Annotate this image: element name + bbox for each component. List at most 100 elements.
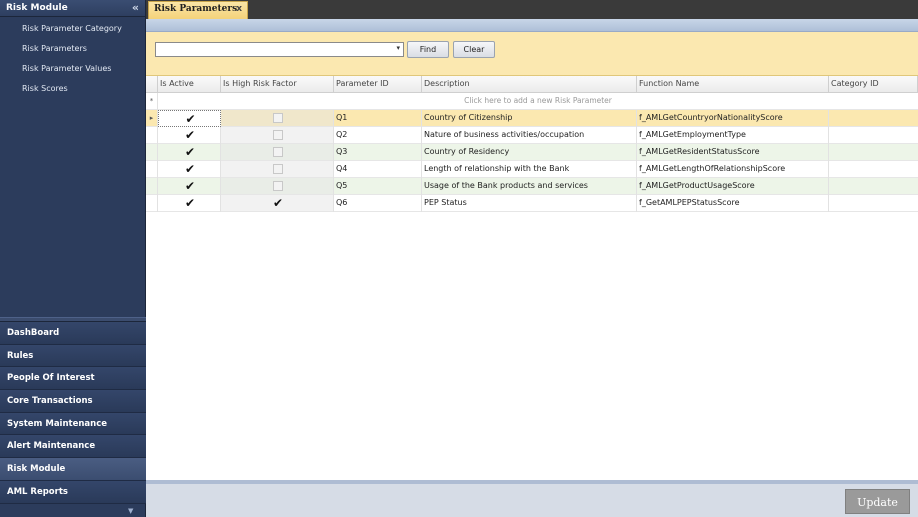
is-high-risk-checkbox[interactable] [221, 178, 334, 195]
table-row[interactable]: ✔ Q3 Country of Residency f_AMLGetResidentS… [146, 144, 918, 161]
checkbox[interactable] [223, 178, 333, 194]
category-id-cell[interactable] [829, 144, 918, 161]
checkbox[interactable]: ✔ [161, 111, 220, 126]
description-cell[interactable]: Length of relationship with the Bank [422, 161, 637, 178]
row-indicator [146, 161, 158, 178]
main-panel: ▾ Find Clear Is Active Is High Risk Fact… [146, 19, 918, 517]
nav-group-alert-maintenance[interactable]: Alert Maintenance [0, 435, 146, 459]
column-header-indicator [146, 76, 158, 93]
checkbox[interactable]: ✔ [160, 127, 220, 143]
column-header-function-name[interactable]: Function Name [637, 76, 829, 93]
checkbox[interactable]: ✔ [223, 195, 333, 211]
is-active-checkbox[interactable]: ✔ [158, 144, 221, 161]
is-active-checkbox[interactable]: ✔ [158, 110, 221, 127]
collapse-sidebar-icon[interactable]: « [132, 1, 139, 14]
sidebar-header: Risk Module « [0, 0, 145, 17]
tab-strip: Risk Parameters x [146, 0, 918, 19]
checkmark-icon: ✔ [185, 128, 196, 142]
tab-risk-parameters[interactable]: Risk Parameters x [148, 1, 248, 19]
nav-group-dashboard[interactable]: DashBoard [0, 322, 146, 345]
checkbox[interactable] [223, 161, 333, 177]
table-row[interactable]: ✔ Q2 Nature of business activities/occupat… [146, 127, 918, 144]
parameter-id-cell[interactable]: Q1 [334, 110, 422, 127]
checkbox[interactable] [223, 127, 333, 143]
category-id-cell[interactable] [829, 127, 918, 144]
row-indicator [146, 195, 158, 212]
table-row[interactable]: ✔ ✔ Q6 PEP Status f_GetAMLPEPStatusScore [146, 195, 918, 212]
category-id-cell[interactable] [829, 161, 918, 178]
is-active-checkbox[interactable]: ✔ [158, 178, 221, 195]
function-name-cell[interactable]: f_AMLGetCountryorNationalityScore [637, 110, 829, 127]
risk-parameters-grid: Is Active Is High Risk Factor Parameter … [146, 76, 918, 212]
column-header-is-active[interactable]: Is Active [158, 76, 221, 93]
parameter-id-cell[interactable]: Q5 [334, 178, 422, 195]
is-active-checkbox[interactable]: ✔ [158, 161, 221, 178]
is-high-risk-checkbox[interactable]: ✔ [221, 195, 334, 212]
nav-group-core-transactions[interactable]: Core Transactions [0, 390, 146, 413]
description-cell[interactable]: Country of Residency [422, 144, 637, 161]
parameter-id-cell[interactable]: Q4 [334, 161, 422, 178]
nav-group-risk-module[interactable]: Risk Module [0, 458, 146, 481]
function-name-cell[interactable]: f_AMLGetProductUsageScore [637, 178, 829, 195]
description-cell[interactable]: Usage of the Bank products and services [422, 178, 637, 195]
new-row-prompt[interactable]: Click here to add a new Risk Parameter [158, 93, 918, 109]
function-name-cell[interactable]: f_AMLGetEmploymentType [637, 127, 829, 144]
module-item-risk-scores[interactable]: Risk Scores [0, 80, 145, 100]
checkbox[interactable]: ✔ [160, 195, 220, 211]
description-cell[interactable]: Nature of business activities/occupation [422, 127, 637, 144]
column-header-description[interactable]: Description [422, 76, 637, 93]
is-high-risk-checkbox[interactable] [221, 110, 334, 127]
nav-group-aml-reports[interactable]: AML Reports [0, 480, 146, 504]
is-high-risk-checkbox[interactable] [221, 127, 334, 144]
description-cell[interactable]: Country of Citizenship [422, 110, 637, 127]
table-row[interactable]: ▸ ✔ Q1 Country of Citizenship f_AMLGetCountr… [146, 110, 918, 127]
category-id-cell[interactable] [829, 195, 918, 212]
new-row-indicator: * [146, 93, 158, 110]
category-id-cell[interactable] [829, 110, 918, 127]
clear-button[interactable]: Clear [453, 41, 495, 58]
function-name-cell[interactable]: f_GetAMLPEPStatusScore [637, 195, 829, 212]
checkmark-icon: ✔ [185, 145, 196, 159]
nav-group-list: DashBoard Rules People Of Interest Core … [0, 322, 146, 504]
checkbox[interactable]: ✔ [160, 178, 220, 194]
module-item-risk-parameter-values[interactable]: Risk Parameter Values [0, 60, 145, 80]
chevron-down-icon[interactable]: ▾ [396, 44, 400, 52]
nav-group-people-of-interest[interactable]: People Of Interest [0, 367, 146, 391]
new-row[interactable]: * Click here to add a new Risk Parameter [146, 93, 918, 110]
table-row[interactable]: ✔ Q5 Usage of the Bank products and servic… [146, 178, 918, 195]
column-header-is-high-risk-factor[interactable]: Is High Risk Factor [221, 76, 334, 93]
find-button[interactable]: Find [407, 41, 449, 58]
checkmark-icon: ✔ [185, 179, 196, 193]
nav-group-rules[interactable]: Rules [0, 344, 146, 368]
panel-title-bar [146, 19, 918, 32]
function-name-cell[interactable]: f_AMLGetResidentStatusScore [637, 144, 829, 161]
filter-dropdown[interactable]: ▾ [155, 42, 404, 57]
parameter-id-cell[interactable]: Q3 [334, 144, 422, 161]
category-id-cell[interactable] [829, 178, 918, 195]
is-active-checkbox[interactable]: ✔ [158, 127, 221, 144]
update-button[interactable]: Update [845, 489, 910, 514]
row-indicator: ▸ [146, 110, 158, 127]
nav-group-system-maintenance[interactable]: System Maintenance [0, 412, 146, 436]
parameter-id-cell[interactable]: Q6 [334, 195, 422, 212]
checkbox[interactable]: ✔ [160, 161, 220, 177]
column-header-category-id[interactable]: Category ID [829, 76, 918, 93]
checkbox[interactable] [223, 144, 333, 160]
is-high-risk-checkbox[interactable] [221, 144, 334, 161]
checkbox[interactable]: ✔ [160, 144, 220, 160]
function-name-cell[interactable]: f_AMLGetLengthOfRelationshipScore [637, 161, 829, 178]
row-indicator [146, 144, 158, 161]
module-item-risk-parameters[interactable]: Risk Parameters [0, 40, 145, 60]
scroll-down-icon[interactable]: ▼ [128, 507, 133, 515]
is-high-risk-checkbox[interactable] [221, 161, 334, 178]
checkbox[interactable] [223, 110, 333, 126]
checkmark-icon: ✔ [185, 196, 196, 210]
checkmark-icon: ✔ [273, 196, 284, 210]
is-active-checkbox[interactable]: ✔ [158, 195, 221, 212]
column-header-parameter-id[interactable]: Parameter ID [334, 76, 422, 93]
close-icon[interactable]: x [236, 4, 242, 14]
table-row[interactable]: ✔ Q4 Length of relationship with the Bank f… [146, 161, 918, 178]
parameter-id-cell[interactable]: Q2 [334, 127, 422, 144]
module-item-risk-parameter-category[interactable]: Risk Parameter Category [0, 20, 145, 40]
description-cell[interactable]: PEP Status [422, 195, 637, 212]
